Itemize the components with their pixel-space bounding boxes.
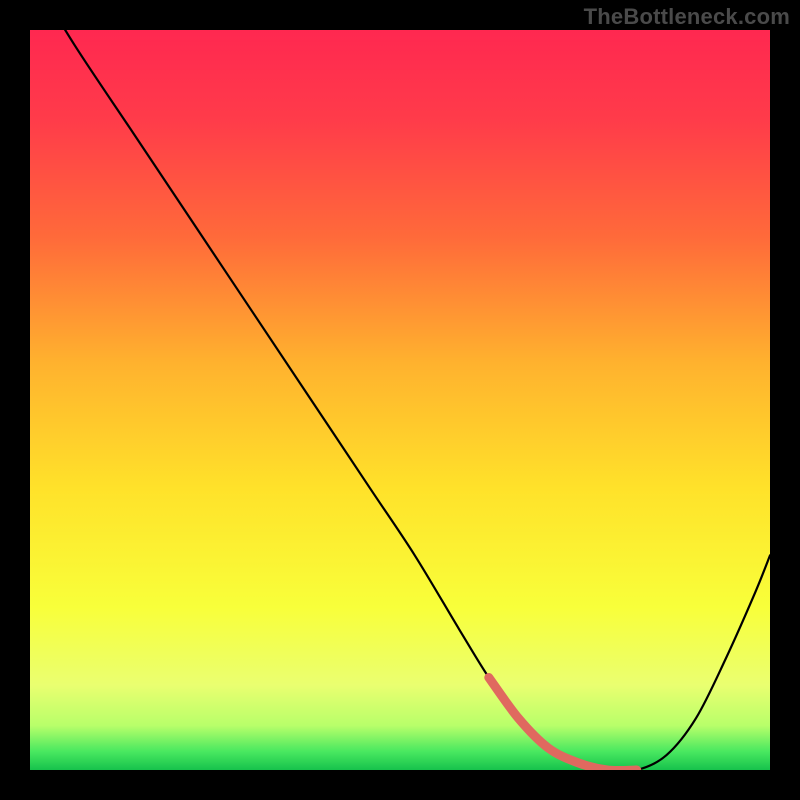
bottleneck-curve <box>30 30 770 770</box>
curve-layer <box>30 30 770 770</box>
watermark-text: TheBottleneck.com <box>584 4 790 30</box>
bottleneck-highlight <box>489 678 637 771</box>
plot-area <box>30 30 770 770</box>
chart-frame: TheBottleneck.com <box>0 0 800 800</box>
